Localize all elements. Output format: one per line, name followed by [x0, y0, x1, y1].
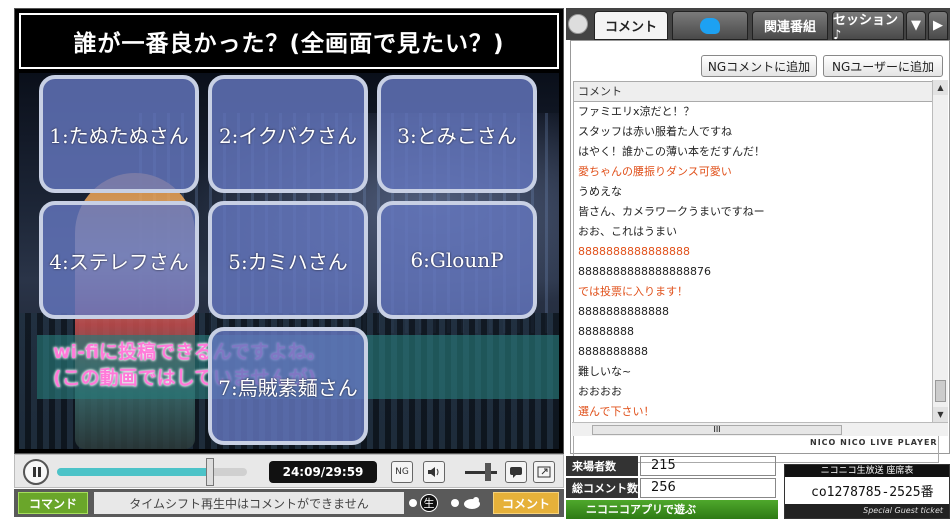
ng-comment-button[interactable]: NGコメントに追加 — [701, 55, 817, 77]
comment-row[interactable]: 8888888888888 — [574, 302, 938, 322]
pause-button[interactable] — [23, 459, 49, 485]
seek-bar[interactable] — [57, 468, 247, 476]
comment-row[interactable]: 難しいな~ — [574, 362, 938, 382]
comment-row[interactable]: では投票に入ります！ — [574, 282, 938, 302]
vote-option-5[interactable]: 5:カミハさん — [208, 201, 368, 319]
tab-related[interactable]: 関連番組 — [752, 11, 828, 40]
comment-row[interactable]: 皆さん、カメラワークうまいですねー — [574, 202, 938, 222]
comment-row[interactable]: 8888888888888888 — [574, 242, 938, 262]
player-controls: 24:09/29:59 NG — [14, 454, 564, 488]
visitors-value: 215 — [640, 456, 776, 476]
vote-option-4[interactable]: 4:ステレフさん — [39, 201, 199, 319]
video-player[interactable]: 誰が一番良かった？(全画面で見たい？) wi-fiに投稿できるんですよね。 (こ… — [14, 8, 564, 454]
volume-slider[interactable] — [465, 463, 497, 481]
comment-row[interactable]: 8888888888888888876 — [574, 262, 938, 282]
comment-row[interactable]: うめえな — [574, 182, 938, 202]
total-comments-label: 総コメント数 — [566, 478, 638, 498]
radio-dot-icon — [451, 499, 459, 507]
ng-settings-icon[interactable]: NG — [391, 461, 413, 483]
comment-row[interactable]: 8888888888 — [574, 342, 938, 362]
total-comments-row: 総コメント数 256 — [566, 478, 778, 498]
vote-option-7[interactable]: 7:烏賊素麺さん — [208, 327, 368, 445]
scroll-down-arrow-icon[interactable]: ▼ — [933, 407, 948, 422]
comment-row[interactable]: 選んで下さい！ — [574, 402, 938, 422]
comment-horizontal-scrollbar[interactable]: III — [572, 422, 948, 436]
comment-row[interactable]: はやく！誰かこの薄い本をだすんだ！ — [574, 142, 938, 162]
vote-option-2[interactable]: 2:イクバクさん — [208, 75, 368, 193]
total-comments-value: 256 — [640, 478, 776, 498]
question-banner: 誰が一番良かった？(全画面で見たい？) — [19, 13, 559, 69]
tab-comment[interactable]: コメント — [594, 11, 668, 40]
comment-row[interactable]: おおおお — [574, 382, 938, 402]
seek-handle[interactable] — [205, 458, 214, 486]
comment-row[interactable]: スタッフは赤い服着た人ですね — [574, 122, 938, 142]
scroll-up-arrow-icon[interactable]: ▲ — [933, 80, 948, 95]
tab-twitter[interactable] — [672, 11, 748, 40]
twitter-bird-icon — [464, 497, 480, 509]
tab-menu-chevron-down-icon[interactable]: ▼ — [906, 11, 926, 40]
nico-app-button[interactable]: ニコニコアプリで遊ぶ — [566, 500, 778, 519]
volume-track — [465, 471, 497, 474]
comment-row[interactable]: 愛ちゃんの腰振りダンス可愛い — [574, 162, 938, 182]
command-bar: コマンド タイムシフト再生中はコメントができません 生 コメント — [14, 489, 564, 517]
comment-column-header[interactable]: コメント — [574, 82, 938, 102]
comment-vertical-scrollbar[interactable]: ▲ ▼ — [932, 80, 948, 422]
vote-option-1[interactable]: 1:たぬたぬさん — [39, 75, 199, 193]
twitter-toggle[interactable] — [451, 494, 489, 512]
tab-next-chevron-right-icon[interactable]: ▶ — [928, 11, 948, 40]
time-display: 24:09/29:59 — [269, 461, 377, 483]
comment-post-button[interactable]: コメント — [493, 492, 559, 514]
tab-scroll-left-icon[interactable] — [568, 14, 588, 34]
hscroll-thumb[interactable]: III — [592, 425, 842, 435]
live-toggle[interactable]: 生 — [409, 494, 445, 512]
tab-session[interactable]: セッション♪ — [832, 11, 904, 43]
seat-ticket: ニコニコ生放送 座席表 co1278785-2525番 Special Gues… — [784, 464, 950, 519]
comment-row[interactable]: おお、これはうまい — [574, 222, 938, 242]
comment-row[interactable]: ファミエリx涼だと！？ — [574, 102, 938, 122]
live-badge: 生 — [420, 494, 438, 512]
volume-handle[interactable] — [484, 463, 491, 481]
live-player-page: 誰が一番良かった？(全画面で見たい？) wi-fiに投稿できるんですよね。 (こ… — [0, 0, 950, 519]
scroll-thumb[interactable] — [935, 380, 946, 402]
player-brand: NICO NICO LIVE PLAYER — [810, 438, 938, 447]
ticket-footer: Special Guest ticket — [785, 504, 949, 518]
ng-user-button[interactable]: NGユーザーに追加 — [823, 55, 943, 77]
comment-panel: NGコメントに追加 NGユーザーに追加 コメント ファミエリx涼だと！？ スタッ… — [570, 40, 950, 463]
comment-toggle-icon[interactable] — [505, 461, 527, 483]
speaker-icon[interactable] — [423, 461, 445, 483]
visitors-label: 来場者数 — [566, 456, 638, 476]
radio-dot-icon — [409, 499, 417, 507]
command-button[interactable]: コマンド — [18, 492, 88, 514]
twitter-bird-icon — [700, 17, 720, 34]
panel-tabs: コメント 関連番組 セッション♪ ▼ ▶ — [566, 8, 950, 43]
vote-option-3[interactable]: 3:とみこさん — [377, 75, 537, 193]
visitors-row: 来場者数 215 — [566, 456, 778, 476]
seek-progress — [57, 468, 210, 476]
comment-disabled-message: タイムシフト再生中はコメントができません — [94, 492, 404, 514]
comment-list[interactable]: コメント ファミエリx涼だと！？ スタッフは赤い服着た人ですね はやく！誰かこの… — [573, 81, 939, 463]
vote-option-6[interactable]: 6:GlounP — [377, 201, 537, 319]
fullscreen-icon[interactable] — [533, 461, 555, 483]
comment-row[interactable]: 88888888 — [574, 322, 938, 342]
ticket-header: ニコニコ生放送 座席表 — [785, 465, 949, 477]
ticket-code: co1278785-2525番 — [811, 485, 934, 500]
